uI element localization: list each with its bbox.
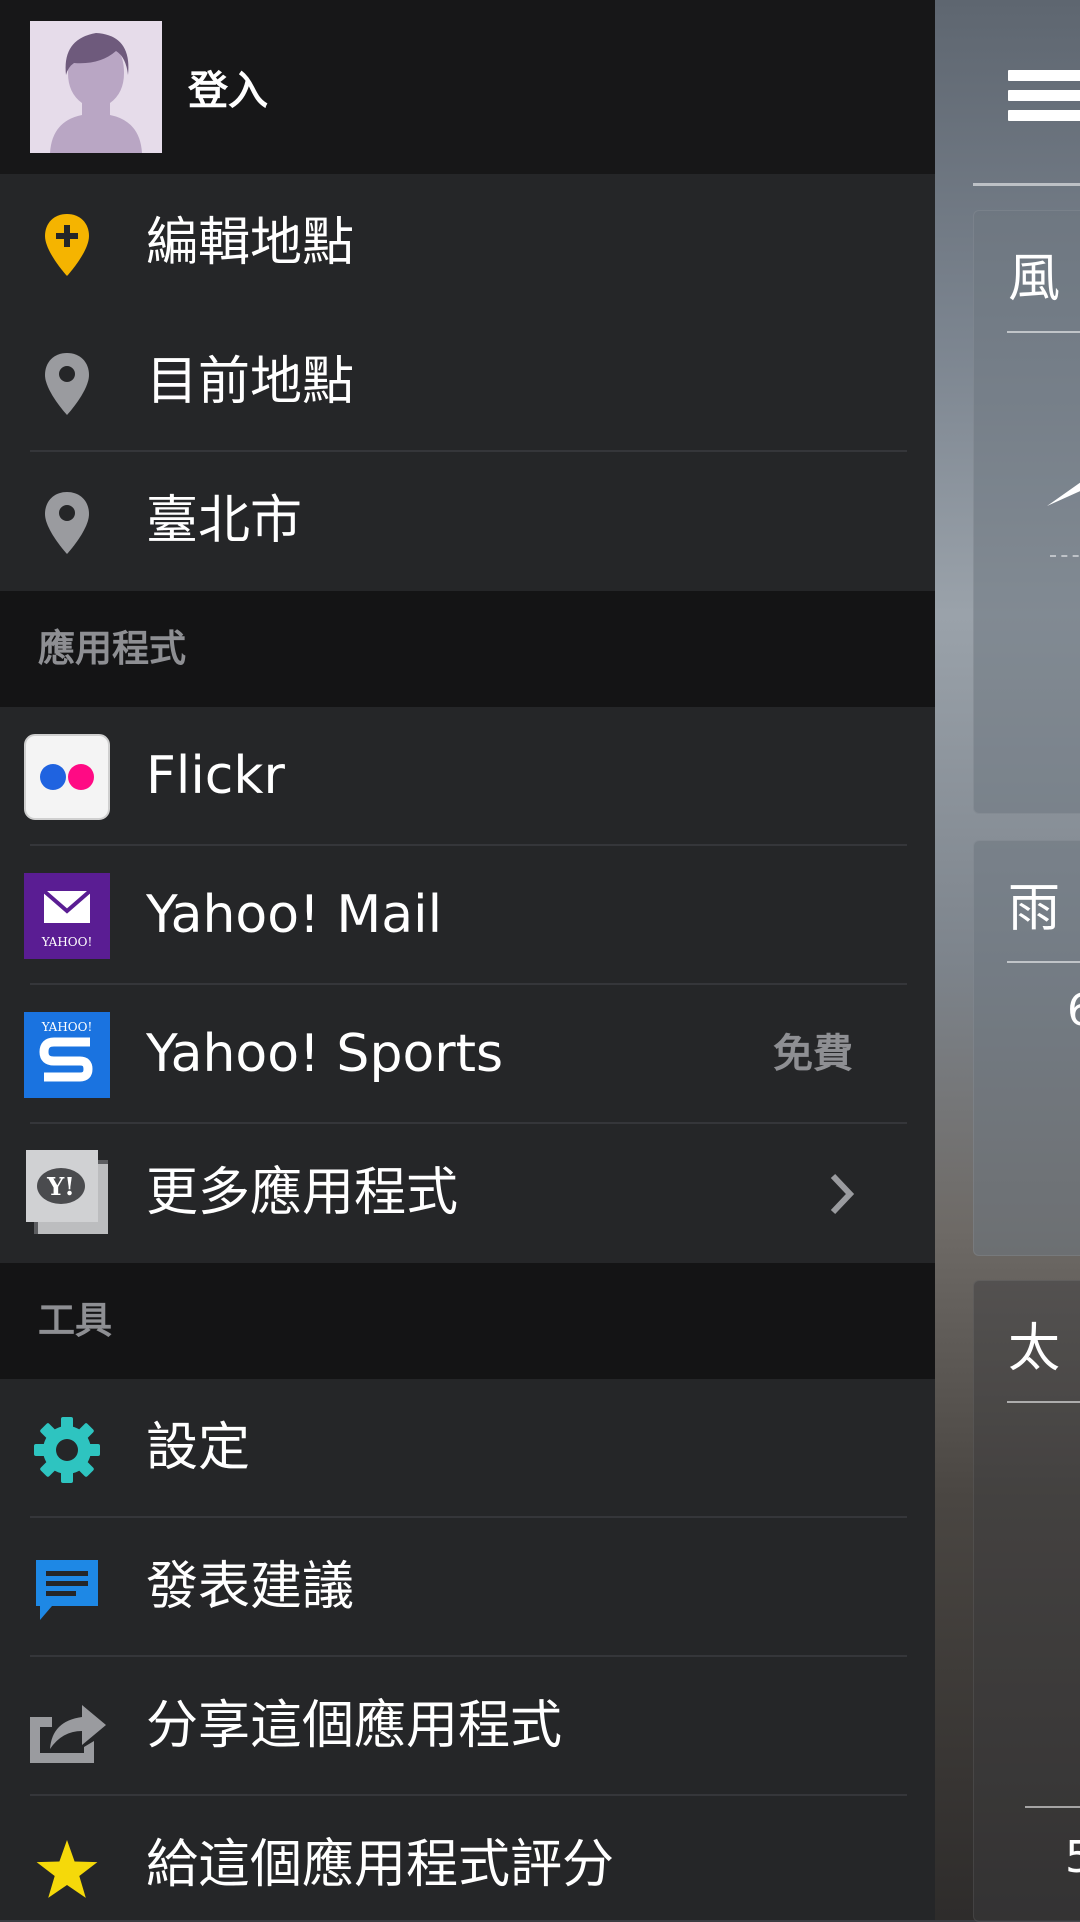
tool-item-label: 給這個應用程式評分 (146, 1835, 615, 1895)
avatar[interactable] (30, 21, 162, 153)
yahoo-apps-icon: Y! (26, 1150, 108, 1234)
card-rule (1007, 1401, 1080, 1403)
chevron-right-icon (830, 1173, 855, 1215)
location-item-label: 目前地點 (146, 352, 355, 412)
tool-item-rate[interactable]: 給這個應用程式評分 (0, 1796, 935, 1920)
app-item-label: Yahoo! Mail (146, 885, 443, 945)
star-icon (36, 1840, 98, 1898)
flickr-icon (24, 734, 110, 820)
hamburger-menu-icon[interactable] (1008, 70, 1080, 128)
add-location-pin-icon (45, 214, 89, 276)
feedback-icon (36, 1560, 98, 1620)
share-icon (30, 1705, 106, 1763)
card-rule (1007, 331, 1080, 333)
wind-arrow-icon (1047, 482, 1080, 506)
section-header-label: 應用程式 (38, 627, 186, 670)
free-badge: 免費 (773, 1031, 853, 1077)
section-header-label: 工具 (38, 1299, 112, 1342)
yahoo-apps-icon-text: Y! (46, 1172, 75, 1201)
weather-main-screen: 風 雨 6 太 5 (935, 0, 1080, 1922)
yahoo-sports-icon-text: YAHOO! (41, 1020, 93, 1034)
location-item-taipei[interactable]: 臺北市 (0, 452, 935, 591)
app-item-label: 更多應用程式 (146, 1163, 459, 1223)
user-silhouette-icon (30, 21, 162, 153)
tool-item-label: 設定 (146, 1418, 251, 1478)
yahoo-mail-icon: YAHOO! (24, 873, 110, 959)
location-item-label: 臺北市 (146, 491, 303, 551)
app-item-more-apps[interactable]: Y! 更多應用程式 (0, 1124, 935, 1263)
wind-chart-line (1050, 555, 1080, 557)
sun-card-title: 太 (1008, 1319, 1061, 1379)
yahoo-sports-icon: YAHOO! (24, 1012, 110, 1098)
apps-section-header: 應用程式 (0, 591, 935, 707)
location-item-current[interactable]: 目前地點 (0, 313, 935, 452)
app-item-yahoo-sports[interactable]: YAHOO! Yahoo! Sports 免費 (0, 985, 935, 1124)
app-item-yahoo-mail[interactable]: YAHOO! Yahoo! Mail (0, 846, 935, 985)
yahoo-mail-icon-text: YAHOO! (41, 935, 93, 949)
app-item-flickr[interactable]: Flickr (0, 707, 935, 846)
login-label: 登入 (188, 68, 268, 114)
tool-item-label: 發表建議 (146, 1557, 355, 1617)
location-pin-icon (45, 492, 89, 554)
login-bar[interactable]: 登入 (0, 0, 935, 174)
card-rule (1007, 961, 1080, 963)
navigation-drawer: 登入 編輯地點 目前地點 臺北市 應用程式 Flickr YAHOO! Yaho… (0, 0, 935, 1920)
tool-item-share[interactable]: 分享這個應用程式 (0, 1657, 935, 1796)
location-item-label: 編輯地點 (146, 213, 355, 273)
header-divider (973, 183, 1080, 186)
location-pin-icon (45, 353, 89, 415)
tool-item-label: 分享這個應用程式 (146, 1696, 563, 1756)
wind-card-title: 風 (1008, 249, 1061, 309)
location-item-edit[interactable]: 編輯地點 (0, 174, 935, 313)
app-item-label: Flickr (146, 746, 285, 806)
tools-section-header: 工具 (0, 1263, 935, 1379)
rain-value: 6 (1067, 985, 1080, 1036)
rain-card-title: 雨 (1008, 879, 1061, 939)
tool-item-settings[interactable]: 設定 (0, 1379, 935, 1518)
sun-time-value: 5 (1065, 1832, 1080, 1883)
app-item-label: Yahoo! Sports (146, 1024, 504, 1084)
tool-item-feedback[interactable]: 發表建議 (0, 1518, 935, 1657)
gear-icon (34, 1417, 100, 1483)
card-rule (1025, 1806, 1080, 1808)
